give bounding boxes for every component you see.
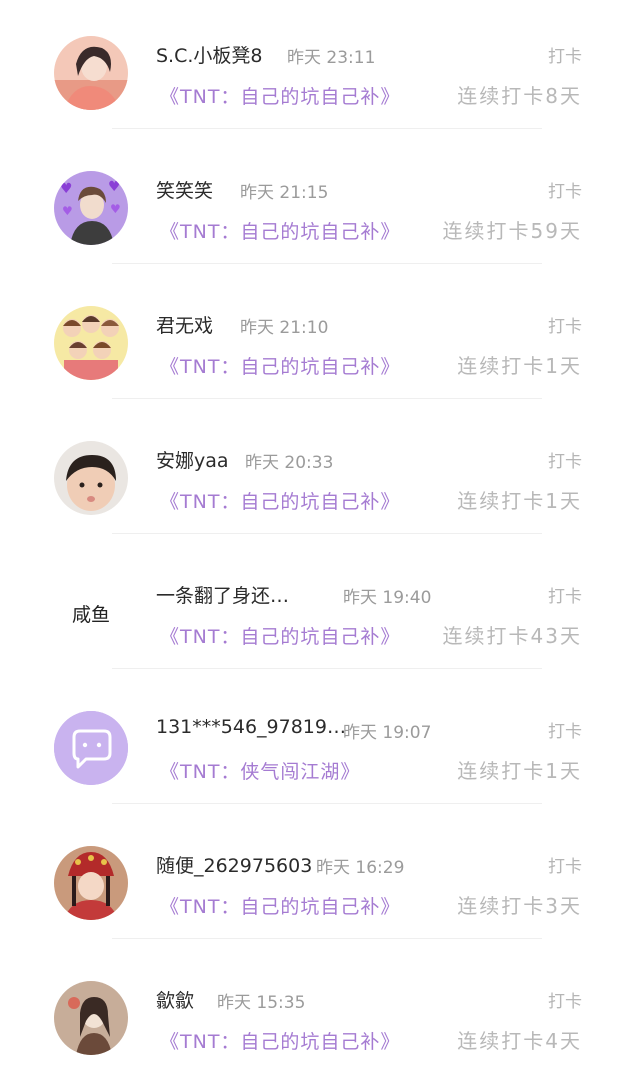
divider: [112, 263, 542, 264]
user-name[interactable]: 131***546_97819…: [156, 716, 346, 738]
list-item[interactable]: 131***546_97819… 昨天 19:07 打卡 《TNT：侠气闯江湖》…: [0, 675, 640, 809]
checkin-label: 打卡: [548, 47, 582, 67]
topic-link[interactable]: 《TNT：自己的坑自己补》: [160, 1027, 400, 1054]
list-item[interactable]: 歙歙 昨天 15:35 打卡 《TNT：自己的坑自己补》 连续打卡4天: [0, 945, 640, 1079]
user-avatar[interactable]: [54, 846, 128, 920]
streak-count: 连续打卡1天: [457, 489, 582, 513]
streak-count: 连续打卡3天: [457, 894, 582, 918]
topic-link[interactable]: 《TNT：自己的坑自己补》: [160, 892, 400, 919]
streak-count: 连续打卡43天: [442, 624, 582, 648]
post-time: 昨天 21:10: [240, 318, 329, 338]
user-avatar[interactable]: [54, 981, 128, 1055]
streak-count: 连续打卡8天: [457, 84, 582, 108]
text-avatar-icon: 咸鱼: [71, 603, 110, 626]
checkin-label: 打卡: [548, 722, 582, 742]
post-time: 昨天 19:07: [343, 723, 432, 743]
checkin-label: 打卡: [548, 452, 582, 472]
list-item[interactable]: 咸鱼 一条翻了身还… 昨天 19:40 打卡 《TNT：自己的坑自己补》 连续打…: [0, 540, 640, 674]
divider: [112, 803, 542, 804]
user-avatar[interactable]: [54, 306, 128, 380]
user-name[interactable]: 笑笑笑: [156, 176, 213, 203]
user-name[interactable]: 随便_262975603: [156, 851, 312, 878]
user-name[interactable]: 歙歙: [156, 986, 194, 1013]
topic-link[interactable]: 《TNT：自己的坑自己补》: [160, 82, 400, 109]
streak-count: 连续打卡59天: [442, 219, 582, 243]
post-time: 昨天 15:35: [217, 993, 306, 1013]
checkin-label: 打卡: [548, 857, 582, 877]
divider: [112, 668, 542, 669]
post-time: 昨天 23:11: [287, 48, 376, 68]
svg-text:♥: ♥: [110, 202, 121, 216]
checkin-label: 打卡: [548, 317, 582, 337]
divider: [112, 398, 542, 399]
list-item[interactable]: ♥ ♥ ♥ ♥ 笑笑笑 昨天 21:15 打卡 《TNT：自己的坑自己补》 连续…: [0, 135, 640, 269]
topic-link[interactable]: 《TNT：自己的坑自己补》: [160, 352, 400, 379]
topic-link[interactable]: 《TNT：自己的坑自己补》: [160, 217, 400, 244]
user-name[interactable]: 安娜yaa: [156, 446, 229, 473]
divider: [112, 938, 542, 939]
checkin-label: 打卡: [548, 587, 582, 607]
streak-count: 连续打卡1天: [457, 759, 582, 783]
user-avatar[interactable]: [54, 441, 128, 515]
checkin-label: 打卡: [548, 182, 582, 202]
checkin-list: S.C.小板凳8 昨天 23:11 打卡 《TNT：自己的坑自己补》 连续打卡8…: [0, 0, 640, 1081]
divider: [112, 533, 542, 534]
post-time: 昨天 16:29: [316, 858, 405, 878]
list-item[interactable]: S.C.小板凳8 昨天 23:11 打卡 《TNT：自己的坑自己补》 连续打卡8…: [0, 0, 640, 134]
cartoon-group-avatar-icon: [54, 306, 128, 380]
user-name[interactable]: 君无戏: [156, 311, 213, 338]
drawn-girl-avatar-icon: [54, 981, 128, 1055]
topic-link[interactable]: 《TNT：自己的坑自己补》: [160, 487, 400, 514]
list-item[interactable]: 随便_262975603 昨天 16:29 打卡 《TNT：自己的坑自己补》 连…: [0, 810, 640, 944]
list-item[interactable]: 安娜yaa 昨天 20:33 打卡 《TNT：自己的坑自己补》 连续打卡1天: [0, 405, 640, 539]
post-time: 昨天 21:15: [240, 183, 329, 203]
user-name[interactable]: S.C.小板凳8: [156, 41, 263, 68]
user-name[interactable]: 一条翻了身还…: [156, 581, 289, 608]
opera-headdress-avatar-icon: [54, 846, 128, 920]
list-item[interactable]: 君无戏 昨天 21:10 打卡 《TNT：自己的坑自己补》 连续打卡1天: [0, 270, 640, 404]
boy-hearts-avatar-icon: ♥ ♥ ♥ ♥: [54, 171, 128, 245]
topic-link[interactable]: 《TNT：侠气闯江湖》: [160, 757, 360, 784]
post-time: 昨天 19:40: [343, 588, 432, 608]
boy-face-avatar-icon: [54, 441, 128, 515]
user-avatar[interactable]: 咸鱼: [54, 576, 128, 650]
streak-count: 连续打卡1天: [457, 354, 582, 378]
user-avatar[interactable]: ♥ ♥ ♥ ♥: [54, 171, 128, 245]
svg-text:♥: ♥: [62, 204, 73, 218]
streak-count: 连续打卡4天: [457, 1029, 582, 1053]
topic-link[interactable]: 《TNT：自己的坑自己补》: [160, 622, 400, 649]
checkin-label: 打卡: [548, 992, 582, 1012]
post-time: 昨天 20:33: [245, 453, 334, 473]
user-avatar[interactable]: [54, 711, 128, 785]
svg-text:♥: ♥: [60, 181, 73, 197]
user-avatar[interactable]: [54, 36, 128, 110]
divider: [112, 128, 542, 129]
svg-text:♥: ♥: [108, 179, 121, 195]
girl-portrait-avatar-icon: [54, 36, 128, 110]
default-chat-avatar-icon: [54, 711, 128, 785]
